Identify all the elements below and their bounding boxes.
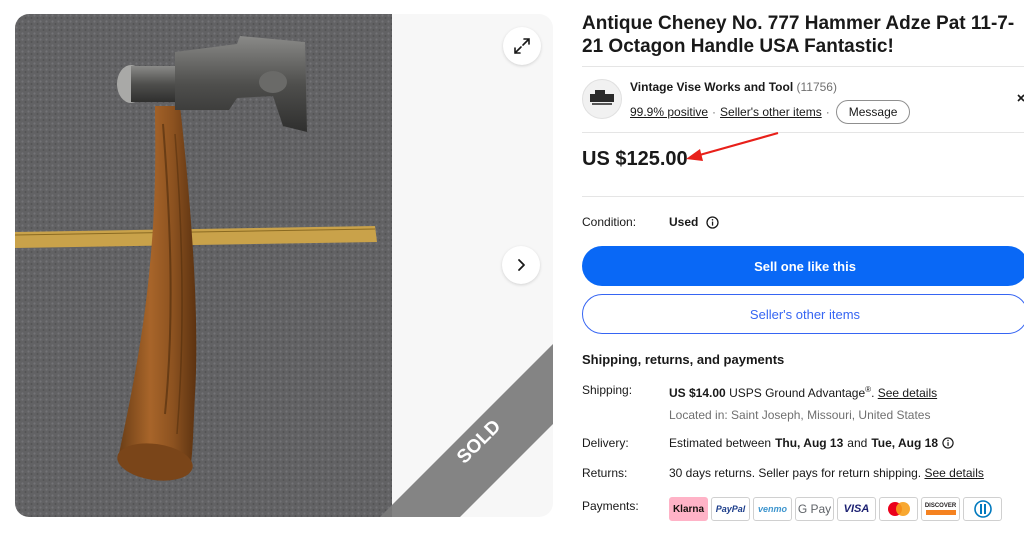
discover-bar [925, 510, 956, 515]
shipping-see-details-link[interactable]: See details [878, 386, 937, 400]
google-pay-logo: G Pay [795, 497, 834, 521]
shipping-section-heading: Shipping, returns, and payments [582, 352, 785, 367]
seller-links: 99.9% positive · Seller's other items · … [630, 100, 911, 124]
close-icon[interactable] [1016, 92, 1024, 104]
seller-logo[interactable] [582, 79, 622, 119]
visa-logo: VISA [837, 497, 876, 521]
delivery-value: Estimated between Thu, Aug 13 and Tue, A… [669, 436, 954, 450]
condition-value: Used [669, 215, 719, 229]
delivery-end: Tue, Aug 18 [871, 436, 939, 450]
delivery-start: Thu, Aug 13 [775, 436, 844, 450]
product-photo[interactable] [15, 14, 392, 517]
delivery-label: Delivery: [582, 436, 629, 450]
sell-one-like-this-button[interactable]: Sell one like this [582, 246, 1024, 286]
condition-label: Condition: [582, 215, 637, 229]
item-location: Located in: Saint Joseph, Missouri, Unit… [669, 408, 931, 422]
shipping-cost: US $14.00 [669, 386, 726, 400]
shipping-value: US $14.00 USPS Ground Advantage®. See de… [669, 385, 937, 400]
image-gallery: SOLD [15, 14, 553, 517]
price: US $125.00 [582, 148, 688, 170]
returns-label: Returns: [582, 466, 628, 480]
listing-title: Antique Cheney No. 777 Hammer Adze Pat 1… [582, 13, 1015, 57]
shipping-period: . [871, 386, 875, 400]
delivery-and: and [847, 436, 868, 450]
mastercard-logo [879, 497, 918, 521]
divider [582, 66, 1024, 67]
seller-name-text[interactable]: Vintage Vise Works and Tool [630, 80, 793, 94]
returns-value: 30 days returns. Seller pays for return … [669, 466, 984, 480]
divider [582, 132, 1024, 133]
shipping-service: USPS Ground Advantage [729, 386, 866, 400]
paypal-logo: PayPal [711, 497, 750, 521]
info-icon[interactable] [706, 215, 719, 229]
diners-club-logo [963, 497, 1002, 521]
sold-label: SOLD [453, 416, 505, 468]
discover-text: DISCOVER [924, 503, 957, 509]
delivery-prefix: Estimated between [669, 436, 772, 450]
returns-text: 30 days returns. Seller pays for return … [669, 466, 922, 480]
divider [582, 196, 1024, 197]
separator-dot: · [825, 105, 830, 119]
payment-methods: Klarna PayPal venmo G Pay VISA DISCOVER [669, 497, 1002, 521]
message-button[interactable]: Message [835, 100, 911, 124]
chevron-right-icon [518, 259, 525, 271]
seller-positive-link[interactable]: 99.9% positive [630, 105, 708, 119]
info-icon[interactable] [942, 437, 954, 449]
next-image-button[interactable] [502, 246, 540, 284]
expand-button[interactable] [503, 27, 541, 65]
venmo-logo: venmo [753, 497, 792, 521]
condition-value-text: Used [669, 215, 699, 229]
separator-dot: · [712, 105, 717, 119]
expand-icon [514, 38, 530, 54]
klarna-logo: Klarna [669, 497, 708, 521]
annotation-arrow [686, 131, 779, 161]
discover-logo: DISCOVER [921, 497, 960, 521]
seller-other-items-link[interactable]: Seller's other items [720, 105, 822, 119]
sellers-other-items-button[interactable]: Seller's other items [582, 294, 1024, 334]
payments-label: Payments: [582, 499, 639, 513]
returns-see-details-link[interactable]: See details [924, 466, 983, 480]
seller-card: Vintage Vise Works and Tool (11756) 99.9… [582, 78, 1024, 124]
shipping-label: Shipping: [582, 383, 633, 397]
seller-name[interactable]: Vintage Vise Works and Tool (11756) [630, 80, 837, 94]
seller-feedback-count: (11756) [796, 80, 837, 94]
